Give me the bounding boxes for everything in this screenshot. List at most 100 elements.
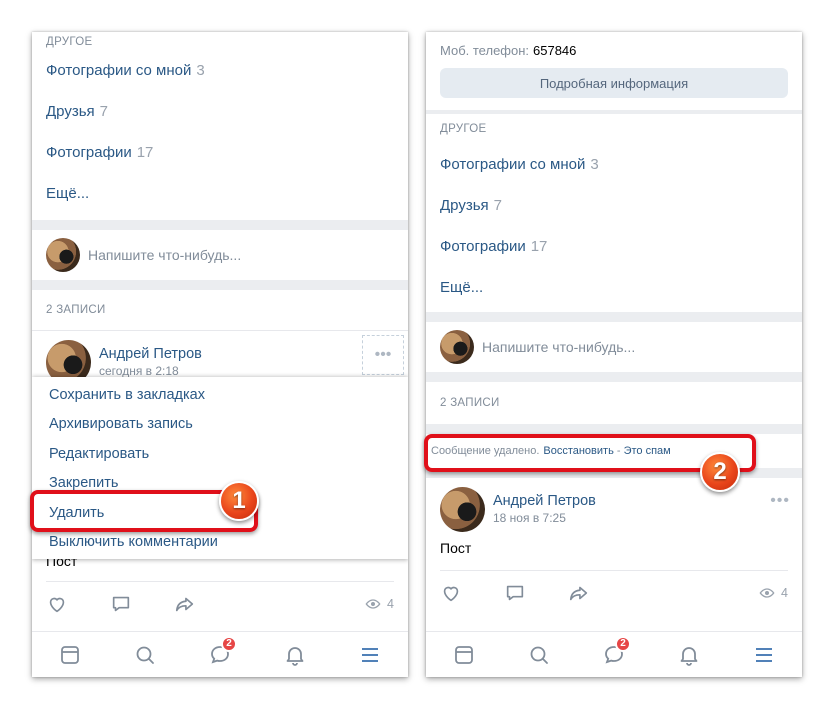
other-section: ДРУГОЕ Фотографии со мной 3 Друзья 7 Фотог…: [32, 32, 408, 220]
like-button[interactable]: [46, 591, 72, 617]
author-name[interactable]: Андрей Петров: [99, 346, 202, 362]
share-button[interactable]: [568, 580, 594, 606]
tab-newsfeed[interactable]: [449, 640, 479, 670]
share-icon: [175, 597, 194, 611]
tab-bar: 2: [426, 631, 802, 677]
link-label: Фотографии: [440, 238, 526, 255]
views-count: 4: [387, 596, 394, 611]
more-dots-icon: •••: [770, 492, 790, 509]
composer[interactable]: Напишите что-нибудь...: [426, 322, 802, 372]
comment-button[interactable]: [110, 591, 136, 617]
views-icon: [759, 587, 775, 598]
posts-header-block: 2 ЗАПИСИ: [426, 382, 802, 424]
link-count: 17: [530, 238, 548, 255]
link-label: Фотографии: [46, 144, 132, 161]
posts-count-header: 2 ЗАПИСИ: [46, 304, 106, 316]
section-header-other: ДРУГОЕ: [440, 123, 487, 135]
link-count: 7: [99, 103, 108, 120]
phone-value[interactable]: 657846: [533, 43, 576, 58]
link-label: Друзья: [440, 197, 489, 214]
comment-icon: [506, 585, 524, 600]
views-icon: [365, 598, 381, 609]
like-icon: [49, 597, 65, 612]
composer-placeholder: Напишите что-нибудь...: [88, 247, 242, 263]
tab-newsfeed[interactable]: [55, 640, 85, 670]
views-counter: 4: [759, 585, 788, 601]
like-button[interactable]: [440, 580, 466, 606]
composer[interactable]: Напишите что-нибудь...: [32, 230, 408, 280]
other-section: ДРУГОЕ Фотографии со мной 3 Друзья 7 Фотог…: [426, 114, 802, 312]
link-label: Фотографии со мной: [46, 62, 192, 79]
step-badge-1: 1: [219, 481, 259, 521]
post-actions: 4: [440, 570, 788, 614]
phone-row: Моб. телефон: 657846: [426, 32, 802, 68]
posts-count-header: 2 ЗАПИСИ: [440, 397, 500, 409]
comment-button[interactable]: [504, 580, 530, 606]
notifications-icon: [680, 646, 698, 666]
author-name[interactable]: Андрей Петров: [493, 493, 596, 509]
section-header-other: ДРУГОЕ: [46, 36, 93, 48]
share-button[interactable]: [174, 591, 200, 617]
link-friends[interactable]: Друзья 7: [32, 91, 408, 132]
messages-badge: 2: [614, 635, 631, 652]
tab-messages[interactable]: 2: [599, 635, 631, 670]
tab-search[interactable]: [130, 640, 160, 670]
more-options-button[interactable]: •••: [770, 492, 790, 510]
link-photos[interactable]: Фотографии 17: [426, 226, 802, 267]
tab-bar: 2: [32, 631, 408, 677]
search-icon: [530, 646, 548, 664]
notifications-icon: [286, 646, 304, 666]
views-count: 4: [781, 585, 788, 600]
messages-badge: 2: [220, 635, 237, 652]
post-date: 18 ноя в 7:25: [493, 511, 566, 525]
composer-placeholder: Напишите что-нибудь...: [482, 339, 636, 355]
tab-menu[interactable]: [749, 640, 779, 670]
right-screen: Моб. телефон: 657846 Подробная информаци…: [426, 32, 802, 677]
menu-archive[interactable]: Архивировать запись: [32, 410, 408, 440]
link-count: 3: [590, 156, 599, 173]
tab-menu[interactable]: [355, 640, 385, 670]
post-card: Андрей Петров 18 ноя в 7:25 ••• Пост 4: [426, 478, 802, 638]
tab-notifications[interactable]: [674, 640, 704, 670]
tab-search[interactable]: [524, 640, 554, 670]
link-count: 17: [136, 144, 154, 161]
more-dots-icon: •••: [374, 346, 392, 363]
more-options-button[interactable]: •••: [362, 335, 404, 375]
link-photos-with-me[interactable]: Фотографии со мной 3: [32, 50, 408, 91]
link-photos-with-me[interactable]: Фотографии со мной 3: [426, 144, 802, 185]
share-icon: [569, 586, 588, 600]
post-actions: 4: [46, 581, 394, 625]
search-icon: [136, 646, 154, 664]
link-label: Друзья: [46, 103, 95, 120]
link-label: Ещё...: [440, 279, 484, 296]
avatar: [440, 330, 474, 364]
post-date: сегодня в 2:18: [99, 364, 179, 378]
views-counter: 4: [365, 596, 394, 612]
step-badge-2: 2: [700, 452, 740, 492]
details-button[interactable]: Подробная информация: [440, 68, 788, 98]
post-text: Пост: [440, 540, 472, 556]
link-photos[interactable]: Фотографии 17: [32, 132, 408, 173]
menu-edit[interactable]: Редактировать: [32, 439, 408, 469]
link-count: 7: [493, 197, 502, 214]
link-more[interactable]: Ещё...: [32, 173, 408, 214]
like-icon: [443, 586, 459, 601]
menu-icon: [756, 647, 773, 662]
menu-icon: [362, 647, 379, 662]
tab-messages[interactable]: 2: [205, 635, 237, 670]
comment-icon: [112, 596, 130, 611]
contacts-section: Моб. телефон: 657846 Подробная информаци…: [426, 32, 802, 110]
author-avatar[interactable]: [440, 486, 485, 532]
link-label: Ещё...: [46, 185, 90, 202]
avatar: [46, 238, 80, 272]
link-more[interactable]: Ещё...: [426, 267, 802, 308]
phone-label: Моб. телефон:: [440, 42, 530, 58]
newsfeed-icon: [60, 645, 79, 664]
link-count: 3: [196, 62, 205, 79]
menu-save-bookmark[interactable]: Сохранить в закладках: [32, 380, 408, 410]
left-screen: ДРУГОЕ Фотографии со мной 3 Друзья 7 Фотог…: [32, 32, 408, 677]
link-friends[interactable]: Друзья 7: [426, 185, 802, 226]
tab-notifications[interactable]: [280, 640, 310, 670]
post-header: Андрей Петров 18 ноя в 7:25 •••: [426, 478, 802, 540]
link-label: Фотографии со мной: [440, 156, 586, 173]
